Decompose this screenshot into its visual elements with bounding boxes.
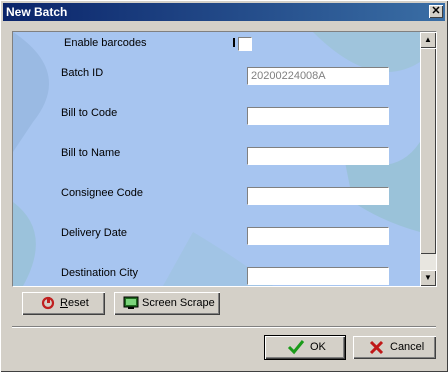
enable-barcodes-label: Enable barcodes: [64, 37, 147, 49]
ok-label: OK: [310, 341, 326, 353]
close-button[interactable]: ✕: [429, 5, 443, 18]
x-icon: [369, 340, 384, 355]
enable-barcodes-checkbox[interactable]: [238, 37, 252, 51]
scroll-up-button[interactable]: ▲: [420, 32, 436, 48]
bill-to-code-label: Bill to Code: [61, 107, 118, 119]
vertical-scrollbar[interactable]: ▲ ▼: [420, 32, 436, 286]
bill-to-name-label: Bill to Name: [61, 147, 121, 159]
reset-icon: [41, 296, 55, 310]
bill-to-code-field[interactable]: [247, 107, 389, 125]
reset-accel: R: [60, 297, 68, 309]
form-panel: Enable barcodes Batch ID 20200224008A Bi…: [12, 31, 437, 287]
batch-id-label: Batch ID: [61, 67, 104, 79]
cancel-label: Cancel: [390, 341, 425, 353]
delivery-date-field[interactable]: [247, 227, 389, 245]
form-background: Enable barcodes Batch ID 20200224008A Bi…: [13, 32, 420, 286]
title-bar[interactable]: New Batch ✕: [3, 3, 445, 21]
reset-button[interactable]: Reset: [22, 292, 105, 315]
ok-button[interactable]: OK: [265, 336, 345, 359]
screen-icon: [123, 296, 139, 309]
batch-id-field[interactable]: 20200224008A: [247, 67, 389, 85]
screen-scrape-button[interactable]: Screen Scrape: [114, 292, 220, 315]
separator: [12, 326, 436, 328]
reset-label: Reset: [60, 297, 89, 309]
cancel-button[interactable]: Cancel: [353, 336, 436, 359]
screen-scrape-label: Screen Scrape: [142, 297, 215, 309]
destination-city-field[interactable]: [247, 267, 389, 285]
checkmark-icon: [287, 340, 305, 355]
consignee-code-label: Consignee Code: [61, 187, 143, 199]
window-title: New Batch: [6, 5, 68, 19]
scroll-down-button[interactable]: ▼: [420, 270, 436, 286]
bill-to-name-field[interactable]: [247, 147, 389, 165]
reset-rest: eset: [67, 297, 89, 309]
new-batch-dialog: New Batch ✕ Enable barcodes Batch ID 202…: [0, 0, 448, 372]
consignee-code-field[interactable]: [247, 187, 389, 205]
destination-city-label: Destination City: [61, 267, 139, 279]
delivery-date-label: Delivery Date: [61, 227, 128, 239]
scroll-thumb[interactable]: [420, 48, 436, 254]
